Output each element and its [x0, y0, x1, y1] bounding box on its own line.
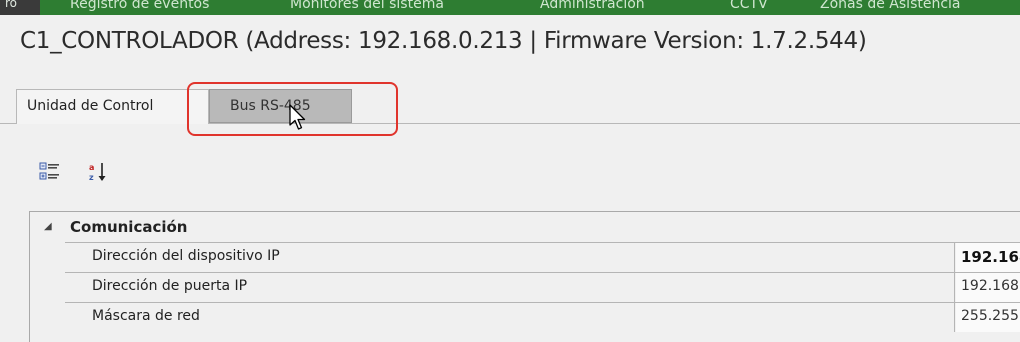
menu-stub[interactable]: ro — [0, 0, 40, 15]
menu-stub-label: ro — [5, 0, 18, 10]
table-row[interactable]: Máscara de red 255.255.2 — [65, 302, 1020, 332]
property-value-ip-dispositivo[interactable]: 192.168. — [956, 243, 1020, 272]
top-menu-bar: ro Registro de eventos Monitores del sis… — [0, 0, 1020, 15]
property-value-mascara-red[interactable]: 255.255.2 — [956, 303, 1020, 332]
collapse-arrow-icon[interactable]: ◢ — [44, 221, 52, 232]
group-comunicacion-label: Comunicación — [70, 218, 188, 236]
property-grid: ◢ Comunicación Dirección del dispositivo… — [29, 211, 1020, 342]
property-value-puerta-ip[interactable]: 192.168.0 — [956, 273, 1020, 302]
menu-item-administracion[interactable]: Administración — [540, 0, 645, 12]
menu-item-zonas-asistencia[interactable]: Zonas de Asistencia — [820, 0, 961, 12]
tab-unidad-de-control[interactable]: Unidad de Control — [16, 89, 209, 124]
table-row[interactable]: Dirección de puerta IP 192.168.0 — [65, 272, 1020, 302]
mouse-cursor-icon — [289, 104, 306, 130]
table-row[interactable]: Dirección del dispositivo IP 192.168. — [65, 242, 1020, 272]
tab-unidad-de-control-label: Unidad de Control — [27, 98, 154, 114]
svg-text:z: z — [89, 173, 94, 182]
menu-item-registro-eventos[interactable]: Registro de eventos — [70, 0, 209, 12]
menu-item-cctv[interactable]: CCTV — [730, 0, 768, 12]
property-name-puerta-ip: Dirección de puerta IP — [65, 273, 955, 302]
svg-text:a: a — [89, 163, 94, 172]
page-title: C1_CONTROLADOR (Address: 192.168.0.213 |… — [20, 28, 867, 54]
categorized-view-icon[interactable] — [39, 161, 61, 183]
menu-item-monitores-sistema[interactable]: Monitores del sistema — [290, 0, 444, 12]
property-name-mascara-red: Máscara de red — [65, 303, 955, 332]
property-name-ip-dispositivo: Dirección del dispositivo IP — [65, 243, 955, 272]
group-comunicacion[interactable]: ◢ Comunicación — [30, 212, 1020, 242]
alphabetical-sort-icon[interactable]: a z — [88, 161, 110, 183]
